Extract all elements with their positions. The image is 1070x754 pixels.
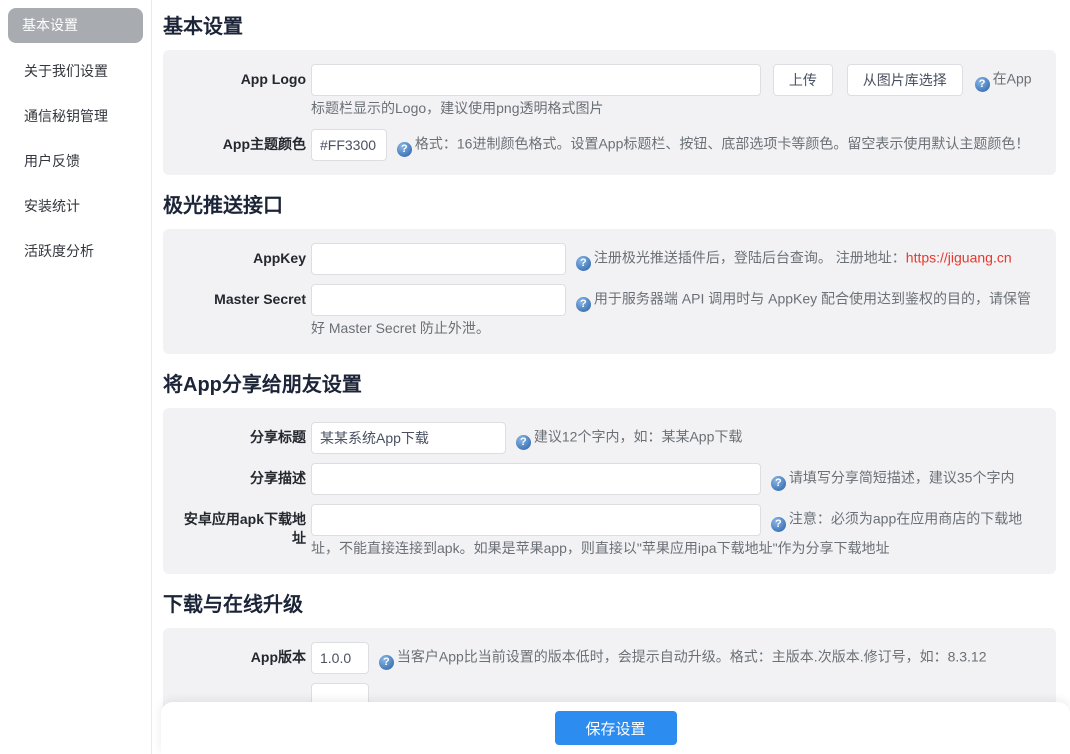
help-icon: ?: [771, 476, 786, 491]
master-secret-label: Master Secret: [179, 284, 311, 340]
choose-from-gallery-button[interactable]: 从图片库选择: [847, 64, 963, 96]
main-content: 基本设置 App Logo 上传 从图片库选择 ?在App标题栏显示的Logo，…: [152, 0, 1070, 754]
app-window: 基本设置 关于我们设置 通信秘钥管理 用户反馈 安装统计 活跃度分析 基本设置 …: [0, 0, 1070, 754]
save-settings-button[interactable]: 保存设置: [555, 711, 677, 745]
card-basic-settings: App Logo 上传 从图片库选择 ?在App标题栏显示的Logo，建议使用p…: [163, 50, 1056, 175]
share-title-input[interactable]: [311, 422, 506, 454]
form-row-appkey: AppKey ?注册极光推送插件后，登陆后台查询。 注册地址：https://j…: [179, 243, 1040, 275]
form-row-apk-url: 安卓应用apk下载地址 ?注意：必须为app在应用商店的下载地址，不能直接连接到…: [179, 504, 1040, 560]
share-desc-controls: ?请填写分享简短描述，建议35个字内: [311, 463, 1040, 495]
sidebar-item-about-us[interactable]: 关于我们设置: [0, 49, 151, 94]
section-jpush: 极光推送接口 AppKey ?注册极光推送插件后，登陆后台查询。 注册地址：ht…: [163, 193, 1056, 354]
master-secret-input[interactable]: [311, 284, 566, 316]
help-icon: ?: [576, 256, 591, 271]
app-logo-controls: 上传 从图片库选择 ?在App标题栏显示的Logo，建议使用png透明格式图片: [311, 64, 1040, 120]
form-row-app-logo: App Logo 上传 从图片库选择 ?在App标题栏显示的Logo，建议使用p…: [179, 64, 1040, 120]
appkey-controls: ?注册极光推送插件后，登陆后台查询。 注册地址：https://jiguang.…: [311, 243, 1040, 275]
help-icon: ?: [771, 517, 786, 532]
app-version-label: App版本: [179, 642, 311, 674]
form-row-share-title: 分享标题 ?建议12个字内，如：某某App下载: [179, 422, 1040, 454]
sidebar-item-activity-analysis[interactable]: 活跃度分析: [0, 229, 151, 274]
section-share-app: 将App分享给朋友设置 分享标题 ?建议12个字内，如：某某App下载 分享描述…: [163, 372, 1056, 574]
form-row-share-desc: 分享描述 ?请填写分享简短描述，建议35个字内: [179, 463, 1040, 495]
theme-color-input[interactable]: [311, 129, 387, 161]
jiguang-register-link[interactable]: https://jiguang.cn: [906, 250, 1012, 266]
sidebar: 基本设置 关于我们设置 通信秘钥管理 用户反馈 安装统计 活跃度分析: [0, 0, 152, 754]
share-desc-input[interactable]: [311, 463, 761, 495]
app-version-controls: ?当客户App比当前设置的版本低时，会提示自动升级。格式：主版本.次版本.修订号…: [311, 642, 1040, 674]
theme-color-help-text: 格式：16进制颜色格式。设置App标题栏、按钮、底部选项卡等颜色。留空表示使用默…: [415, 136, 1029, 152]
help-icon: ?: [379, 655, 394, 670]
share-title-help-text: 建议12个字内，如：某某App下载: [534, 429, 742, 445]
help-icon: ?: [576, 297, 591, 312]
form-row-theme-color: App主题颜色 ?格式：16进制颜色格式。设置App标题栏、按钮、底部选项卡等颜…: [179, 129, 1040, 161]
appkey-label: AppKey: [179, 243, 311, 275]
save-bar: 保存设置: [161, 702, 1070, 754]
theme-color-label: App主题颜色: [179, 129, 311, 161]
appkey-input[interactable]: [311, 243, 566, 275]
app-version-help-text: 当客户App比当前设置的版本低时，会提示自动升级。格式：主版本.次版本.修订号，…: [397, 649, 987, 665]
section-title-basic: 基本设置: [163, 14, 1056, 40]
share-title-controls: ?建议12个字内，如：某某App下载: [311, 422, 1040, 454]
apk-url-label: 安卓应用apk下载地址: [179, 504, 311, 560]
card-jpush: AppKey ?注册极光推送插件后，登陆后台查询。 注册地址：https://j…: [163, 229, 1056, 354]
app-logo-input[interactable]: [311, 64, 761, 96]
section-title-share: 将App分享给朋友设置: [163, 372, 1056, 398]
master-secret-controls: ?用于服务器端 API 调用时与 AppKey 配合使用达到鉴权的目的，请保管好…: [311, 284, 1040, 340]
help-icon: ?: [516, 435, 531, 450]
help-icon: ?: [975, 77, 990, 92]
form-row-app-version: App版本 ?当客户App比当前设置的版本低时，会提示自动升级。格式：主版本.次…: [179, 642, 1040, 674]
apk-url-controls: ?注意：必须为app在应用商店的下载地址，不能直接连接到apk。如果是苹果app…: [311, 504, 1040, 560]
apk-url-input[interactable]: [311, 504, 761, 536]
sidebar-item-secret-key[interactable]: 通信秘钥管理: [0, 94, 151, 139]
appkey-help-text: 注册极光推送插件后，登陆后台查询。 注册地址：: [594, 250, 906, 266]
theme-color-controls: ?格式：16进制颜色格式。设置App标题栏、按钮、底部选项卡等颜色。留空表示使用…: [311, 129, 1040, 161]
app-logo-label: App Logo: [179, 64, 311, 120]
sidebar-item-user-feedback[interactable]: 用户反馈: [0, 139, 151, 184]
help-icon: ?: [397, 142, 412, 157]
app-version-input[interactable]: [311, 642, 369, 674]
form-row-master-secret: Master Secret ?用于服务器端 API 调用时与 AppKey 配合…: [179, 284, 1040, 340]
share-desc-label: 分享描述: [179, 463, 311, 495]
section-basic-settings: 基本设置 App Logo 上传 从图片库选择 ?在App标题栏显示的Logo，…: [163, 14, 1056, 175]
section-title-jpush: 极光推送接口: [163, 193, 1056, 219]
share-title-label: 分享标题: [179, 422, 311, 454]
share-desc-help-text: 请填写分享简短描述，建议35个字内: [789, 470, 1015, 486]
upload-button[interactable]: 上传: [773, 64, 833, 96]
card-share-app: 分享标题 ?建议12个字内，如：某某App下载 分享描述 ?请填写分享简短描述，…: [163, 408, 1056, 574]
section-title-upgrade: 下载与在线升级: [163, 592, 1056, 618]
sidebar-item-install-stats[interactable]: 安装统计: [0, 184, 151, 229]
sidebar-item-basic-settings[interactable]: 基本设置: [8, 8, 143, 43]
